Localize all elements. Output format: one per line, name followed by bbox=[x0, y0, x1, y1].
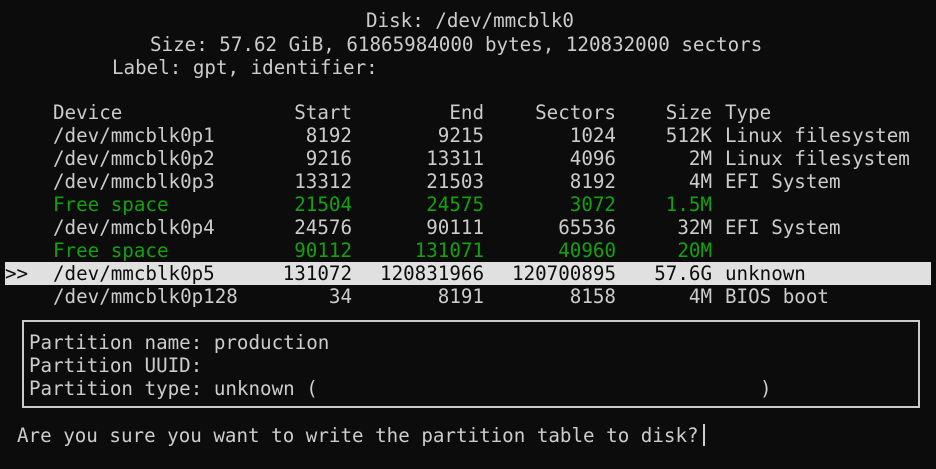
row-end: 90111 bbox=[426, 216, 484, 239]
column-header-device: Device bbox=[53, 101, 123, 124]
partition-type-line: Partition type: unknown ( bbox=[29, 377, 318, 400]
partition-row[interactable]: /dev/mmcblk0p1 8192 9215 1024 512K Linux… bbox=[0, 124, 936, 147]
row-device: Free space bbox=[53, 239, 169, 262]
row-sectors: 120700895 bbox=[512, 262, 616, 285]
row-size: 57.6G bbox=[654, 262, 712, 285]
row-type: Linux filesystem bbox=[725, 124, 910, 147]
row-sectors: 40960 bbox=[558, 239, 616, 262]
row-start: 131072 bbox=[282, 262, 352, 285]
row-end: 131071 bbox=[414, 239, 484, 262]
row-sectors: 65536 bbox=[558, 216, 616, 239]
row-type: Linux filesystem bbox=[725, 147, 910, 170]
row-end: 13311 bbox=[426, 147, 484, 170]
row-size: 32M bbox=[677, 216, 712, 239]
column-header-sectors: Sectors bbox=[535, 101, 616, 124]
row-sectors: 1024 bbox=[569, 124, 616, 147]
row-start: 34 bbox=[328, 285, 352, 308]
row-end: 24575 bbox=[426, 193, 484, 216]
row-type: EFI System bbox=[725, 170, 841, 193]
row-device: /dev/mmcblk0p3 bbox=[53, 170, 215, 193]
table-header: Device Start End Sectors Size Type bbox=[0, 101, 936, 124]
partition-row-selected[interactable]: >> /dev/mmcblk0p5 131072 120831966 12070… bbox=[5, 262, 931, 285]
disk-label-info: Label: gpt, identifier: bbox=[112, 56, 378, 79]
row-size: 1.5M bbox=[665, 193, 712, 216]
row-size: 20M bbox=[677, 239, 712, 262]
partition-row[interactable]: /dev/mmcblk0p2 9216 13311 4096 2M Linux … bbox=[0, 147, 936, 170]
row-sectors: 8192 bbox=[569, 170, 616, 193]
write-confirm-prompt[interactable]: Are you sure you want to write the parti… bbox=[17, 424, 705, 447]
row-start: 90112 bbox=[294, 239, 352, 262]
row-sectors: 3072 bbox=[569, 193, 616, 216]
row-device: /dev/mmcblk0p128 bbox=[53, 285, 238, 308]
row-sectors: 4096 bbox=[569, 147, 616, 170]
row-sectors: 8158 bbox=[569, 285, 616, 308]
terminal-window: Disk: /dev/mmcblk0 Size: 57.62 GiB, 6186… bbox=[0, 0, 936, 469]
row-size: 4M bbox=[688, 285, 712, 308]
row-end: 21503 bbox=[426, 170, 484, 193]
row-end: 120831966 bbox=[380, 262, 484, 285]
row-size: 2M bbox=[688, 147, 712, 170]
row-start: 13312 bbox=[294, 170, 352, 193]
row-start: 8192 bbox=[305, 124, 352, 147]
column-header-start: Start bbox=[294, 101, 352, 124]
row-end: 9215 bbox=[437, 124, 484, 147]
row-device: /dev/mmcblk0p4 bbox=[53, 216, 215, 239]
partition-row[interactable]: /dev/mmcblk0p3 13312 21503 8192 4M EFI S… bbox=[0, 170, 936, 193]
text-cursor bbox=[702, 424, 705, 446]
row-start: 24576 bbox=[294, 216, 352, 239]
row-size: 4M bbox=[688, 170, 712, 193]
row-start: 21504 bbox=[294, 193, 352, 216]
row-device: Free space bbox=[53, 193, 169, 216]
row-type: EFI System bbox=[725, 216, 841, 239]
row-type: BIOS boot bbox=[725, 285, 829, 308]
partition-name-line: Partition name: production bbox=[29, 331, 330, 354]
free-space-row[interactable]: Free space 90112 131071 40960 20M bbox=[0, 239, 936, 262]
row-size: 512K bbox=[665, 124, 712, 147]
row-device: /dev/mmcblk0p2 bbox=[53, 147, 215, 170]
selection-marker: >> bbox=[5, 262, 29, 285]
row-end: 8191 bbox=[437, 285, 484, 308]
column-header-type: Type bbox=[725, 101, 772, 124]
row-type: unknown bbox=[725, 262, 806, 285]
partition-row[interactable]: /dev/mmcblk0p4 24576 90111 65536 32M EFI… bbox=[0, 216, 936, 239]
disk-size-info: Size: 57.62 GiB, 61865984000 bytes, 1208… bbox=[150, 33, 763, 56]
prompt-text: Are you sure you want to write the parti… bbox=[17, 424, 699, 447]
column-header-end: End bbox=[449, 101, 484, 124]
free-space-row[interactable]: Free space 21504 24575 3072 1.5M bbox=[0, 193, 936, 216]
disk-title: Disk: /dev/mmcblk0 bbox=[366, 9, 574, 32]
row-device: /dev/mmcblk0p5 bbox=[53, 262, 215, 285]
column-header-size: Size bbox=[665, 101, 712, 124]
partition-uuid-line: Partition UUID: bbox=[29, 354, 203, 377]
partition-type-close-paren: ) bbox=[760, 377, 772, 400]
row-start: 9216 bbox=[305, 147, 352, 170]
partition-row[interactable]: /dev/mmcblk0p128 34 8191 8158 4M BIOS bo… bbox=[0, 285, 936, 308]
row-device: /dev/mmcblk0p1 bbox=[53, 124, 215, 147]
